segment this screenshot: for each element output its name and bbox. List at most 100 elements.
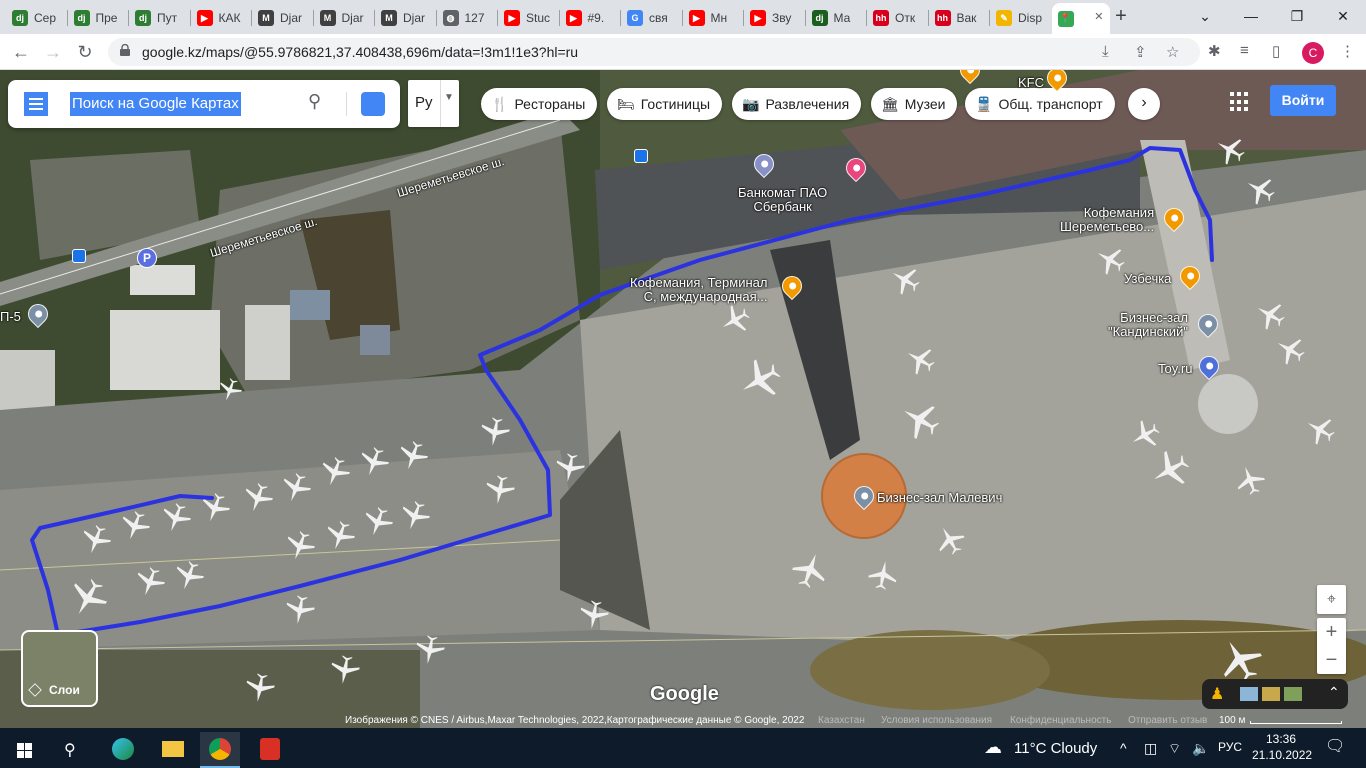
extensions-icon[interactable]: ✱ bbox=[1208, 42, 1221, 60]
network-icon[interactable]: ◫ bbox=[1144, 740, 1157, 757]
bus-stop-icon[interactable] bbox=[634, 149, 648, 163]
notifications-icon[interactable]: 🗨 bbox=[1325, 736, 1345, 756]
attribution-bar: Изображения © CNES / Airbus,Maxar Techno… bbox=[0, 713, 1366, 728]
browser-tab[interactable]: ▶ Stuc bbox=[498, 6, 554, 30]
forward-button[interactable]: → bbox=[40, 39, 66, 65]
pdf-app[interactable] bbox=[250, 732, 290, 768]
tab-favicon-icon: ▶ bbox=[688, 10, 705, 26]
reload-button[interactable]: ↻ bbox=[72, 39, 98, 65]
tab-title: Вак bbox=[956, 11, 977, 25]
weather-text[interactable]: 11°C Cloudy bbox=[1014, 740, 1097, 757]
chip-hotels[interactable]: 🛏 Гостиницы bbox=[607, 88, 723, 120]
chrome-app[interactable] bbox=[200, 732, 240, 768]
directions-icon[interactable] bbox=[361, 92, 385, 116]
language-select[interactable]: Ру ▼ bbox=[408, 80, 459, 127]
search-taskbar-button[interactable]: ⚲ bbox=[52, 732, 92, 768]
media-icon[interactable]: ≡ bbox=[1240, 42, 1249, 59]
satellite-map[interactable]: Поиск на Google Картах ⚲ Ру ▼ 🍴 Рестораны… bbox=[0, 70, 1366, 728]
browser-menu-icon[interactable]: ⋮ bbox=[1340, 42, 1355, 60]
volume-icon[interactable]: 🔈 bbox=[1192, 740, 1209, 757]
bookmark-star-icon[interactable]: ☆ bbox=[1166, 43, 1179, 61]
imagery-bar: ♟ ⌃ bbox=[1202, 679, 1348, 709]
imagery-thumbnail-icon[interactable] bbox=[1262, 687, 1280, 701]
new-tab-button[interactable]: + bbox=[1110, 6, 1132, 28]
tab-title: Пре bbox=[95, 11, 118, 25]
imagery-thumbnail-icon[interactable] bbox=[1240, 687, 1258, 701]
browser-tab[interactable]: ✎ Disp bbox=[990, 6, 1046, 30]
imagery-thumbnail-icon[interactable] bbox=[1284, 687, 1302, 701]
start-button[interactable] bbox=[4, 732, 44, 768]
expand-icon[interactable]: ⌃ bbox=[1328, 684, 1340, 701]
clock-time[interactable]: 13:36 bbox=[1266, 732, 1296, 746]
tab-favicon-icon: ▶ bbox=[565, 10, 582, 26]
browser-tab[interactable]: M Djar bbox=[375, 6, 431, 30]
menu-icon[interactable] bbox=[24, 92, 48, 116]
poi-label[interactable]: Кофемания, Терминал С, международная... bbox=[630, 276, 767, 304]
browser-tab[interactable]: ▶ #9. bbox=[560, 6, 616, 30]
search-icon[interactable]: ⚲ bbox=[308, 91, 321, 112]
chip-transit[interactable]: 🚆 Общ. транспорт bbox=[965, 88, 1115, 120]
tab-search-button[interactable]: ⌄ bbox=[1182, 2, 1228, 30]
privacy-link[interactable]: Конфиденциальность bbox=[1010, 715, 1111, 726]
poi-label[interactable]: Кофемания Шереметьево... bbox=[1060, 206, 1154, 234]
browser-tab[interactable]: ▶ КАК bbox=[191, 6, 247, 30]
back-button[interactable]: ← bbox=[8, 39, 34, 65]
chip-entertainment[interactable]: 📷 Развлечения bbox=[732, 88, 862, 120]
chips-next-button[interactable]: › bbox=[1128, 88, 1160, 120]
poi-label[interactable]: Банкомат ПАО Сбербанк bbox=[738, 186, 827, 214]
browser-tab[interactable]: ◍ 127 bbox=[437, 6, 493, 30]
google-apps-icon[interactable] bbox=[1230, 92, 1250, 112]
chip-label: Музеи bbox=[904, 96, 946, 112]
browser-tab[interactable]: hh Вак bbox=[929, 6, 985, 30]
browser-tab[interactable]: M Djar bbox=[252, 6, 308, 30]
bus-stop-icon[interactable] bbox=[72, 249, 86, 263]
input-language[interactable]: РУС bbox=[1218, 740, 1242, 754]
browser-tab[interactable]: 📍 ✕ bbox=[1051, 3, 1110, 34]
chip-museums[interactable]: 🏛 Музеи bbox=[871, 88, 958, 120]
side-panel-icon[interactable]: ▯ bbox=[1272, 42, 1280, 60]
tab-favicon-icon: G bbox=[627, 10, 643, 26]
browser-tab[interactable]: hh Отк bbox=[867, 6, 923, 30]
profile-avatar[interactable]: C bbox=[1302, 42, 1324, 64]
layers-button[interactable]: Слои bbox=[21, 630, 98, 707]
browser-tab[interactable]: ▶ Мн bbox=[683, 6, 739, 30]
browser-tab[interactable]: dj Пре bbox=[68, 6, 124, 30]
tab-title: Отк bbox=[895, 11, 916, 25]
zoom-out-button[interactable]: − bbox=[1317, 646, 1346, 674]
minimize-button[interactable]: — bbox=[1228, 2, 1274, 30]
divider bbox=[346, 92, 347, 116]
poi-label[interactable]: Toy.ru bbox=[1158, 362, 1192, 376]
share-icon[interactable]: ⇪ bbox=[1134, 43, 1147, 61]
zoom-in-button[interactable]: + bbox=[1317, 618, 1346, 646]
feedback-link[interactable]: Отправить отзыв bbox=[1128, 715, 1207, 726]
install-icon[interactable]: ⤓ bbox=[1102, 43, 1109, 60]
browser-tab[interactable]: Gсвя bbox=[621, 6, 677, 30]
clock-date[interactable]: 21.10.2022 bbox=[1252, 748, 1312, 762]
browser-tab[interactable]: dj Пут bbox=[129, 6, 185, 30]
poi-label[interactable]: Бизнес-зал Малевич bbox=[877, 491, 1002, 505]
close-window-button[interactable]: ✕ bbox=[1320, 2, 1366, 30]
explorer-app[interactable] bbox=[152, 732, 192, 768]
scale-label[interactable]: 100 м bbox=[1219, 715, 1245, 726]
browser-tab[interactable]: M Djar bbox=[314, 6, 370, 30]
country-link[interactable]: Казахстан bbox=[818, 715, 865, 726]
close-tab-icon[interactable]: ✕ bbox=[1094, 10, 1103, 23]
browser-tab[interactable]: ▶ Зву bbox=[744, 6, 800, 30]
poi-label[interactable]: KFC bbox=[1018, 76, 1044, 90]
maximize-button[interactable]: ❐ bbox=[1274, 2, 1320, 30]
browser-tab[interactable]: dj Ма bbox=[806, 6, 862, 30]
my-location-button[interactable]: ⌖ bbox=[1317, 585, 1346, 614]
parking-icon[interactable]: P bbox=[137, 248, 157, 268]
poi-label[interactable]: П-5 bbox=[0, 310, 21, 324]
browser-tab[interactable]: dj Сер bbox=[6, 6, 62, 30]
signin-button[interactable]: Войти bbox=[1270, 85, 1336, 116]
poi-label[interactable]: Узбечка bbox=[1124, 272, 1171, 286]
terms-link[interactable]: Условия использования bbox=[881, 715, 992, 726]
address-bar[interactable]: google.kz/maps/@55.9786821,37.408438,696… bbox=[108, 38, 1200, 66]
chevron-up-icon[interactable]: ^ bbox=[1120, 740, 1127, 756]
chip-restaurants[interactable]: 🍴 Рестораны bbox=[481, 88, 598, 120]
wifi-icon[interactable]: ⌔ bbox=[1168, 740, 1181, 758]
poi-label[interactable]: Бизнес-зал "Кандинский" bbox=[1108, 311, 1188, 339]
pegman-icon[interactable]: ♟ bbox=[1210, 684, 1224, 704]
edge-app[interactable] bbox=[102, 732, 142, 768]
